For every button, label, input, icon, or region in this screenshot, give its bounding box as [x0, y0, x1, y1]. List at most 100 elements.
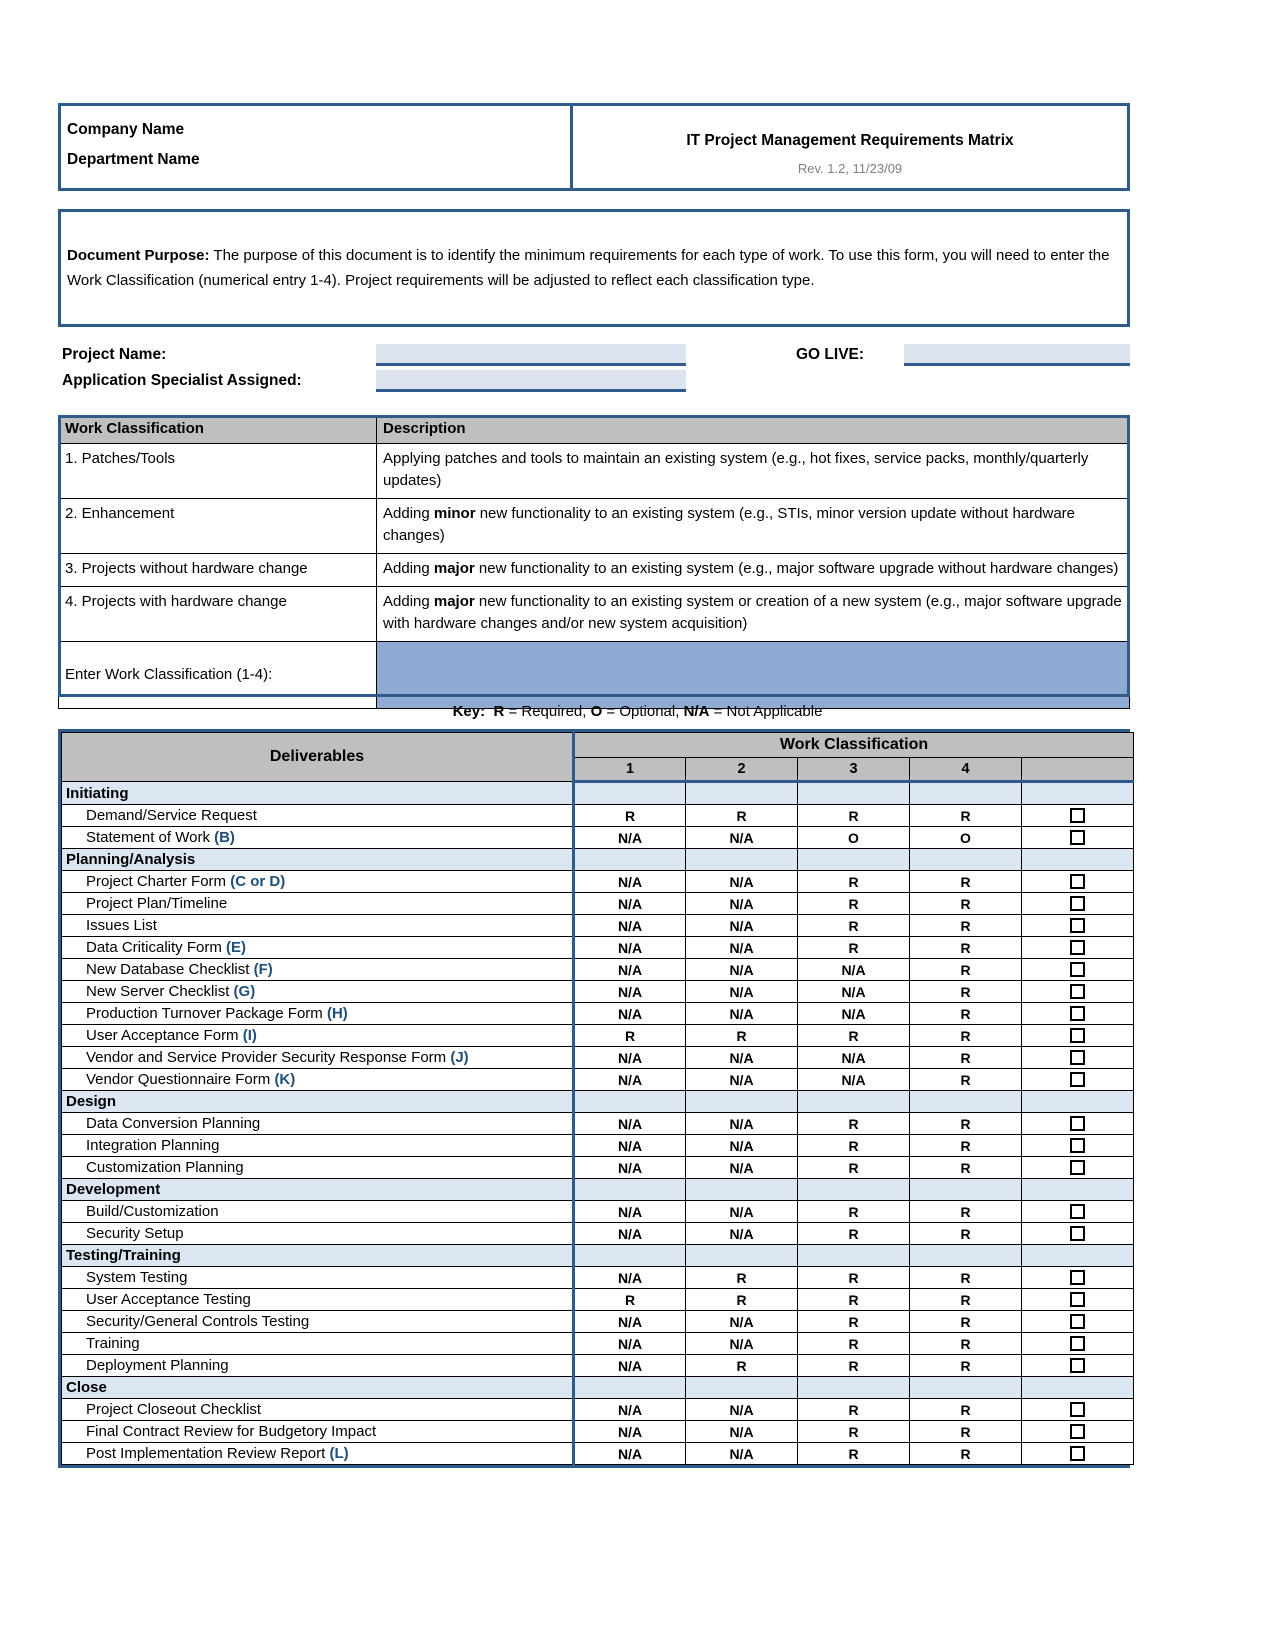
classification-label: 3. Projects without hardware change — [58, 553, 377, 587]
deliverable-label-text: Security/General Controls Testing — [86, 1313, 310, 1330]
checkbox-icon[interactable] — [1070, 1402, 1086, 1418]
section-spacer-cell — [909, 1090, 1022, 1113]
deliverable-label: Project Closeout Checklist — [61, 1398, 575, 1421]
description-header-cell: Description — [376, 415, 1130, 444]
deliverable-checkbox-cell[interactable] — [1020, 1354, 1135, 1377]
checkbox-icon[interactable] — [1070, 1358, 1086, 1374]
project-name-input[interactable] — [376, 344, 686, 366]
deliverable-checkbox-cell[interactable] — [1020, 1200, 1135, 1223]
deliverable-label-text: Demand/Service Request — [86, 807, 257, 824]
checkbox-icon[interactable] — [1070, 874, 1086, 890]
deliverables-section-row: Close — [61, 1376, 1135, 1399]
checkbox-icon[interactable] — [1070, 896, 1086, 912]
go-live-input[interactable] — [904, 344, 1130, 366]
checkbox-icon[interactable] — [1070, 1270, 1086, 1286]
checkbox-icon[interactable] — [1070, 1160, 1086, 1176]
checkbox-icon[interactable] — [1070, 1314, 1086, 1330]
deliverable-checkbox-cell[interactable] — [1020, 826, 1135, 849]
checkbox-icon[interactable] — [1070, 1446, 1086, 1462]
deliverable-checkbox-cell[interactable] — [1020, 1398, 1135, 1421]
checkbox-icon[interactable] — [1070, 1006, 1086, 1022]
checkbox-icon[interactable] — [1070, 1226, 1086, 1242]
deliverable-label-text: System Testing — [86, 1269, 188, 1286]
application-specialist-input[interactable] — [376, 370, 686, 392]
description-emphasis: major — [433, 560, 475, 577]
requirement-cell: N/A — [573, 1068, 686, 1091]
page-title: IT Project Management Requirements Matri… — [686, 132, 1014, 149]
deliverable-label: Project Plan/Timeline — [61, 892, 575, 915]
deliverable-label-text: Security Setup — [86, 1225, 184, 1242]
checkbox-icon[interactable] — [1070, 1138, 1086, 1154]
section-spacer-cell — [685, 848, 798, 871]
deliverable-checkbox-cell[interactable] — [1020, 1024, 1135, 1047]
deliverable-checkbox-cell[interactable] — [1020, 1266, 1135, 1289]
deliverable-label-text: Vendor and Service Provider Security Res… — [86, 1049, 451, 1066]
deliverable-checkbox-cell[interactable] — [1020, 1046, 1135, 1069]
description-pre: Adding — [383, 505, 434, 522]
checkbox-icon[interactable] — [1070, 1336, 1086, 1352]
section-label: Initiating — [61, 781, 575, 805]
checkbox-icon[interactable] — [1070, 830, 1086, 846]
requirement-cell: R — [909, 1068, 1022, 1091]
checkbox-icon[interactable] — [1070, 1116, 1086, 1132]
description-pre: Applying patches and tools to maintain a… — [383, 450, 1089, 489]
checkbox-icon[interactable] — [1070, 1204, 1086, 1220]
section-spacer-cell — [797, 848, 910, 871]
deliverable-reference-letter: (H) — [326, 1005, 348, 1022]
checkbox-icon[interactable] — [1070, 918, 1086, 934]
purpose-label: Document Purpose: — [67, 247, 210, 264]
deliverable-checkbox-cell[interactable] — [1020, 1310, 1135, 1333]
section-spacer-cell — [685, 1376, 798, 1399]
deliverable-checkbox-cell[interactable] — [1020, 1002, 1135, 1025]
deliverable-checkbox-cell[interactable] — [1020, 914, 1135, 937]
section-spacer-cell — [797, 1244, 910, 1267]
deliverable-label: Post Implementation Review Report (L) — [61, 1442, 575, 1465]
table-row: Production Turnover Package Form (H) N/A N… — [61, 1002, 1135, 1025]
section-spacer-cell — [797, 1090, 910, 1113]
requirement-cell: N/A — [685, 892, 798, 915]
deliverable-checkbox-cell[interactable] — [1020, 1156, 1135, 1179]
deliverable-checkbox-cell[interactable] — [1020, 1134, 1135, 1157]
checkbox-icon[interactable] — [1070, 984, 1086, 1000]
checkbox-icon[interactable] — [1070, 1028, 1086, 1044]
section-spacer-cell — [573, 848, 686, 871]
deliverable-checkbox-cell[interactable] — [1020, 870, 1135, 893]
deliverable-checkbox-cell[interactable] — [1020, 1442, 1135, 1465]
checkbox-icon[interactable] — [1070, 940, 1086, 956]
checkbox-icon[interactable] — [1070, 1072, 1086, 1088]
requirement-cell: N/A — [685, 1420, 798, 1443]
deliverable-checkbox-cell[interactable] — [1020, 804, 1135, 827]
requirement-cell: R — [797, 1222, 910, 1245]
deliverable-checkbox-cell[interactable] — [1020, 1288, 1135, 1311]
deliverable-checkbox-cell[interactable] — [1020, 1068, 1135, 1091]
deliverable-label: Vendor and Service Provider Security Res… — [61, 1046, 575, 1069]
enter-work-classification-input[interactable] — [376, 641, 1130, 709]
section-spacer-cell — [797, 1376, 910, 1399]
checkbox-icon[interactable] — [1070, 1050, 1086, 1066]
table-row: User Acceptance Form (I) R R R R — [61, 1024, 1135, 1047]
document-header: Company Name Department Name IT Project … — [58, 103, 1130, 191]
deliverable-checkbox-cell[interactable] — [1020, 1112, 1135, 1135]
deliverable-label: Project Charter Form (C or D) — [61, 870, 575, 893]
project-info-area: Project Name: Application Specialist Ass… — [58, 343, 1130, 398]
checkbox-icon[interactable] — [1070, 1292, 1086, 1308]
checkbox-icon[interactable] — [1070, 808, 1086, 824]
checkbox-icon[interactable] — [1070, 1424, 1086, 1440]
deliverable-checkbox-cell[interactable] — [1020, 1332, 1135, 1355]
deliverable-checkbox-cell[interactable] — [1020, 980, 1135, 1003]
deliverable-checkbox-cell[interactable] — [1020, 1222, 1135, 1245]
company-name: Company Name — [67, 121, 185, 138]
deliverable-label: User Acceptance Testing — [61, 1288, 575, 1311]
requirement-cell: R — [909, 1024, 1022, 1047]
deliverable-checkbox-cell[interactable] — [1020, 892, 1135, 915]
requirement-cell: N/A — [573, 1046, 686, 1069]
requirement-cell: N/A — [797, 958, 910, 981]
deliverable-reference-letter: (G) — [233, 983, 256, 1000]
deliverable-checkbox-cell[interactable] — [1020, 936, 1135, 959]
checkbox-icon[interactable] — [1070, 962, 1086, 978]
deliverable-checkbox-cell[interactable] — [1020, 1420, 1135, 1443]
requirement-cell: N/A — [573, 1200, 686, 1223]
deliverable-label: Demand/Service Request — [61, 804, 575, 827]
deliverable-label-text: Build/Customization — [86, 1203, 219, 1220]
deliverable-checkbox-cell[interactable] — [1020, 958, 1135, 981]
